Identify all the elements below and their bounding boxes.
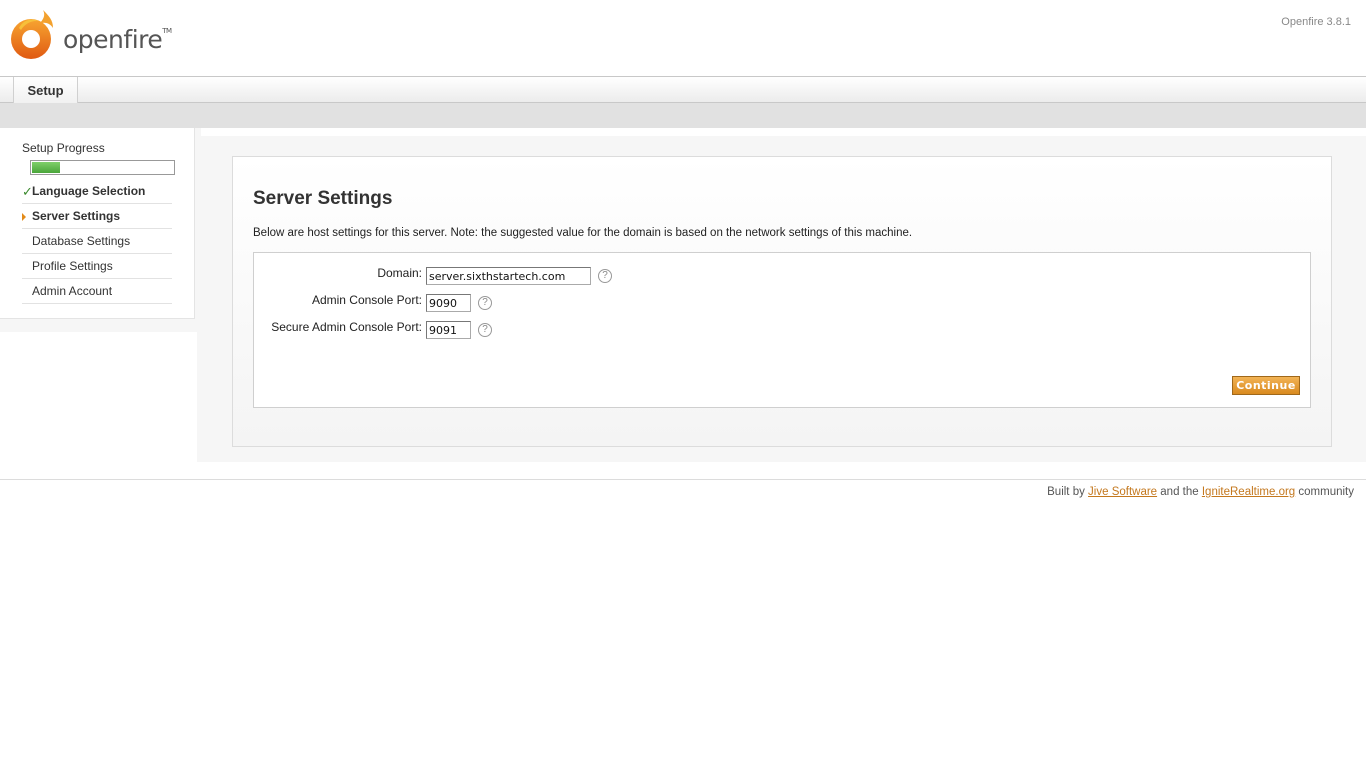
settings-form: Domain: ? Admin Console Port: ? Secure A… <box>253 252 1311 408</box>
openfire-logo[interactable]: openfireTM <box>9 8 172 60</box>
step-language-selection[interactable]: ✓ Language Selection <box>22 179 172 204</box>
sidebar: Setup Progress ✓ Language Selection Serv… <box>0 128 201 332</box>
jive-software-link[interactable]: Jive Software <box>1088 486 1157 498</box>
admin-console-port-row: Admin Console Port: ? <box>254 290 654 312</box>
help-circle-icon[interactable]: ? <box>478 323 492 337</box>
ignite-realtime-link[interactable]: IgniteRealtime.org <box>1202 486 1295 498</box>
step-label: Database Settings <box>32 234 131 248</box>
domain-row: Domain: ? <box>254 263 654 285</box>
server-settings-panel: Server Settings Below are host settings … <box>232 156 1332 447</box>
admin-console-port-input[interactable] <box>426 294 471 312</box>
step-label: Language Selection <box>32 184 146 198</box>
domain-label: Domain: <box>377 266 422 280</box>
admin-console-port-label: Admin Console Port: <box>311 293 422 307</box>
footer-suffix: community <box>1298 486 1354 498</box>
help-circle-icon[interactable]: ? <box>598 269 612 283</box>
setup-steps-list: ✓ Language Selection Server Settings Dat… <box>22 179 172 304</box>
step-profile-settings: Profile Settings <box>22 254 172 279</box>
intro-text: Below are host settings for this server.… <box>253 227 913 239</box>
secure-admin-console-port-input[interactable] <box>426 321 471 339</box>
footer-prefix: Built by <box>1047 486 1085 498</box>
step-label: Server Settings <box>32 209 121 223</box>
footer-divider <box>0 479 1366 480</box>
step-label: Admin Account <box>32 284 113 298</box>
step-admin-account: Admin Account <box>22 279 172 304</box>
checkmark-icon: ✓ <box>22 184 33 199</box>
step-label: Profile Settings <box>32 259 113 273</box>
step-server-settings[interactable]: Server Settings <box>22 204 172 229</box>
domain-input[interactable] <box>426 267 591 285</box>
help-circle-icon[interactable]: ? <box>478 296 492 310</box>
logo-trademark: TM <box>162 26 172 35</box>
tab-setup[interactable]: Setup <box>13 77 78 103</box>
continue-button[interactable]: Continue <box>1232 376 1300 395</box>
logo-text: openfireTM <box>63 24 172 54</box>
secure-admin-console-port-row: Secure Admin Console Port: ? <box>254 317 654 339</box>
progress-bar <box>30 160 175 175</box>
openfire-flame-icon <box>11 10 53 59</box>
setup-progress-panel: Setup Progress ✓ Language Selection Serv… <box>0 128 195 319</box>
version-label: Openfire 3.8.1 <box>1281 16 1351 28</box>
step-database-settings: Database Settings <box>22 229 172 254</box>
footer: Built by Jive Software and the IgniteRea… <box>1047 486 1354 498</box>
tab-bar: Setup <box>0 76 1366 103</box>
sub-navigation-bar <box>0 103 1366 128</box>
triangle-right-icon <box>22 212 26 221</box>
footer-middle: and the <box>1160 486 1199 498</box>
secure-admin-console-port-label: Secure Admin Console Port: <box>271 320 422 334</box>
progress-title: Setup Progress <box>22 141 105 155</box>
page-title: Server Settings <box>253 188 393 209</box>
page-header: openfireTM Openfire 3.8.1 <box>0 0 1366 76</box>
progress-fill <box>32 162 61 173</box>
